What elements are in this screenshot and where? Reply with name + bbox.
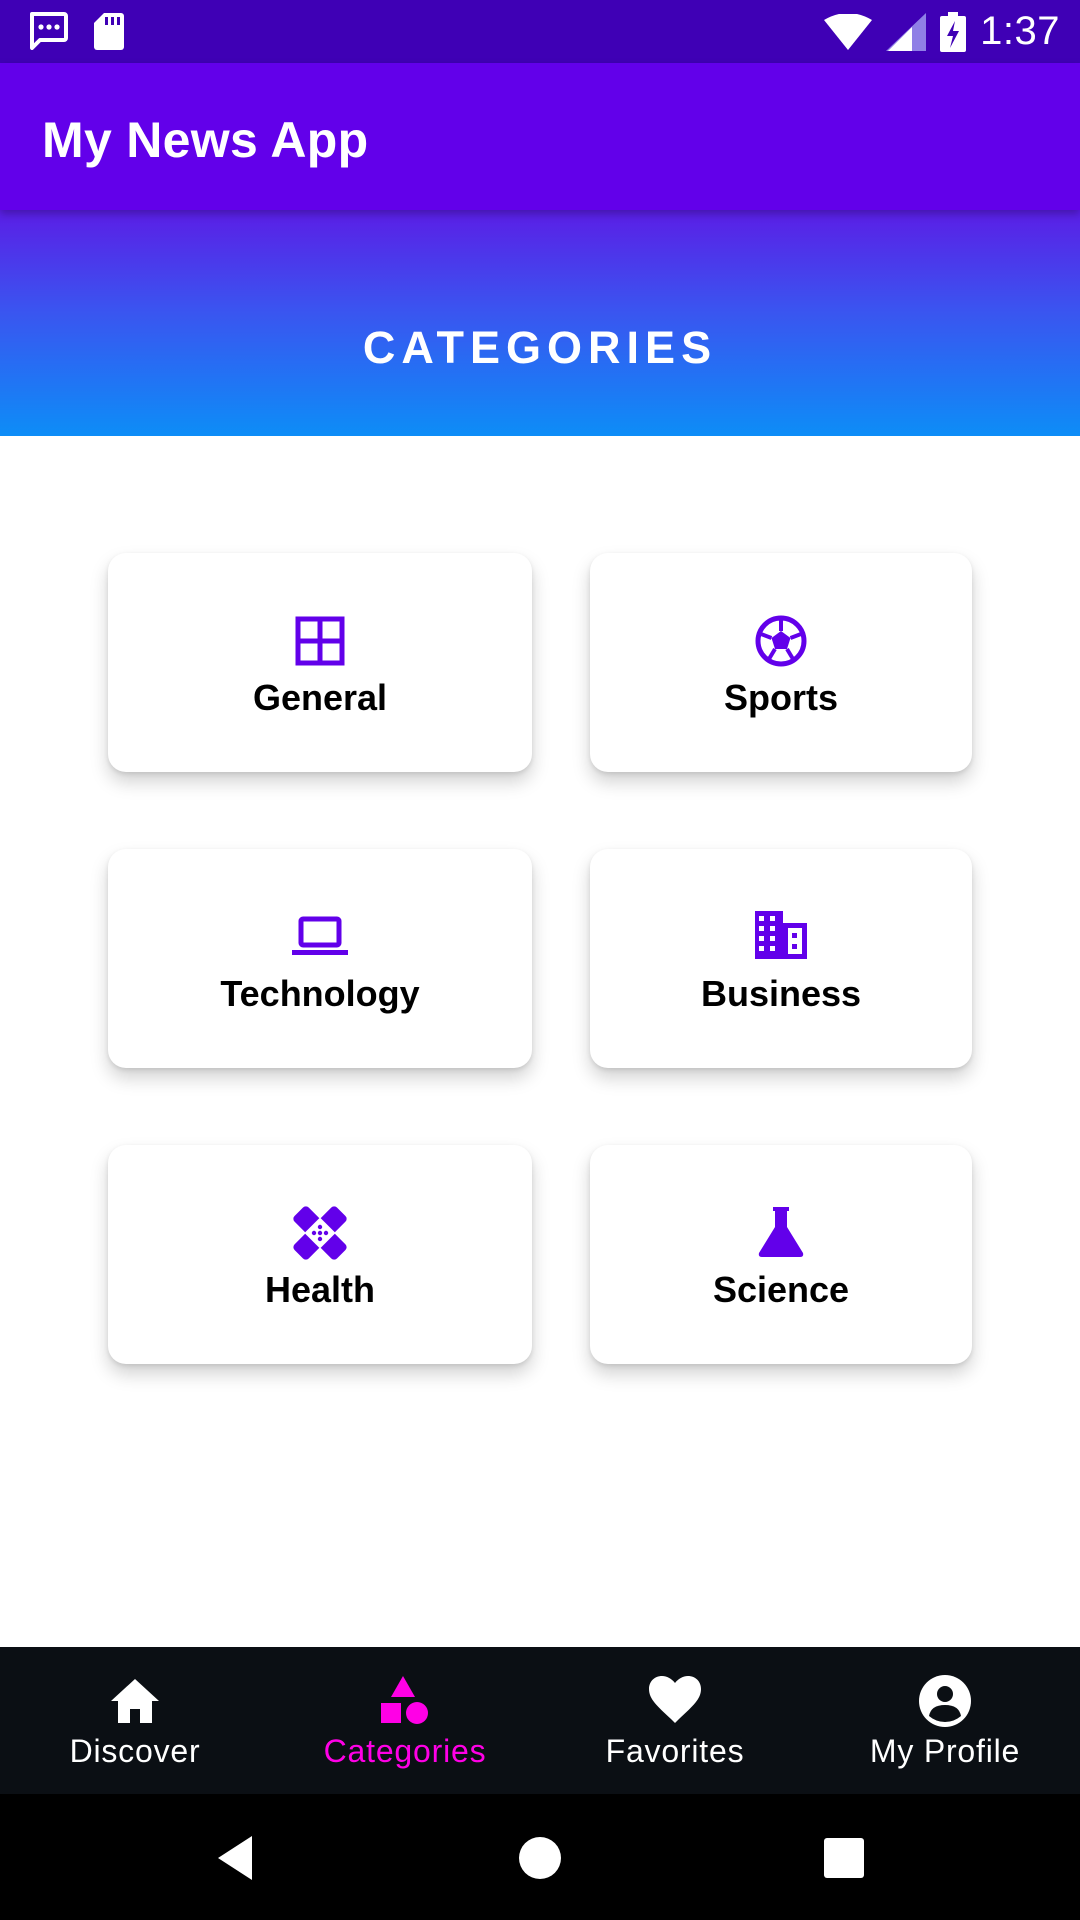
- home-circle-icon[interactable]: [512, 1830, 568, 1886]
- app-title: My News App: [42, 112, 369, 168]
- status-bar: 1:37: [0, 0, 1080, 63]
- category-label: Sports: [723, 677, 838, 718]
- app-bar: My News App: [0, 63, 1080, 210]
- shapes-icon: [381, 1676, 428, 1724]
- battery-charging-icon: [940, 11, 967, 52]
- system-navigation-bar: [0, 1794, 1080, 1920]
- message-icon: [30, 12, 68, 50]
- nav-label: My Profile: [869, 1733, 1021, 1769]
- back-icon[interactable]: [208, 1830, 264, 1886]
- laptop-icon: [292, 916, 348, 955]
- status-notifications: [28, 12, 124, 50]
- nav-item-favorites[interactable]: Favorites: [540, 1647, 810, 1794]
- category-label: Business: [700, 973, 862, 1014]
- category-label: Technology: [220, 973, 420, 1014]
- account-circle-icon: [919, 1675, 971, 1727]
- soccer-ball-icon: [755, 615, 807, 667]
- categories-banner: CATEGORIES: [0, 210, 1080, 436]
- bandage-icon: [293, 1206, 347, 1260]
- flask-icon: [758, 1207, 804, 1257]
- banner-title: CATEGORIES: [362, 322, 718, 373]
- category-label: Health: [264, 1269, 376, 1310]
- home-icon: [111, 1679, 159, 1723]
- nav-label: Favorites: [605, 1733, 745, 1769]
- category-label: General: [252, 677, 388, 718]
- category-card-health[interactable]: Health: [108, 1145, 532, 1364]
- heart-icon: [649, 1676, 701, 1723]
- bottom-navigation: Discover Categories Favorites My Profile: [0, 1647, 1080, 1794]
- category-card-general[interactable]: General: [108, 553, 532, 772]
- recents-icon[interactable]: [816, 1830, 872, 1886]
- status-time: 1:37: [980, 9, 1060, 53]
- category-card-science[interactable]: Science: [590, 1145, 972, 1364]
- nav-label: Discover: [69, 1733, 201, 1769]
- grid-icon: [295, 616, 345, 666]
- screen: 1:37 My News App CATEGORIES General Spor…: [0, 0, 1080, 1920]
- nav-item-discover[interactable]: Discover: [0, 1647, 270, 1794]
- nav-item-categories[interactable]: Categories: [270, 1647, 540, 1794]
- category-label: Science: [712, 1269, 850, 1310]
- status-system: 1:37: [824, 0, 1060, 63]
- category-card-sports[interactable]: Sports: [590, 553, 972, 772]
- wifi-icon: [824, 13, 873, 50]
- signal-icon: [886, 12, 927, 51]
- nav-item-my-profile[interactable]: My Profile: [810, 1647, 1080, 1794]
- building-icon: [755, 911, 807, 959]
- nav-label: Categories: [323, 1733, 487, 1769]
- category-card-technology[interactable]: Technology: [108, 849, 532, 1068]
- sd-card-icon: [94, 13, 124, 50]
- category-card-business[interactable]: Business: [590, 849, 972, 1068]
